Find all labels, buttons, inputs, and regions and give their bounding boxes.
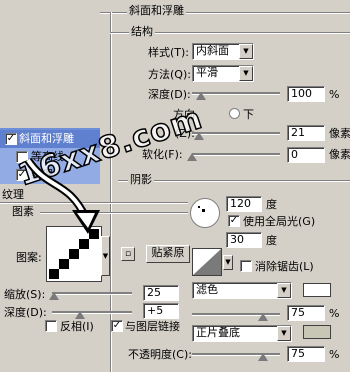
angle-dial-center: [202, 209, 205, 212]
chevron-down-icon[interactable]: ▼: [101, 236, 110, 276]
technique-label: 方法(Q):: [148, 68, 191, 81]
chevron-down-icon[interactable]: ▼: [277, 283, 291, 298]
watermark-graphic: [24, 157, 100, 234]
scale-label: 缩放(S):: [4, 288, 46, 301]
bevel-checkbox[interactable]: ✓: [5, 133, 17, 145]
antialias-label: 消除锯齿(L): [255, 260, 314, 273]
depth-slider-thumb[interactable]: [195, 92, 206, 100]
scale-input[interactable]: 25: [143, 285, 179, 301]
depth-unit: %: [329, 88, 340, 101]
gloss-contour-picker[interactable]: [192, 248, 222, 276]
angle-dial-marker: [198, 206, 200, 208]
size-unit: 像素: [329, 127, 350, 140]
highlight-mode-value: 滤色: [196, 283, 218, 296]
antialias-checkbox[interactable]: [240, 260, 252, 272]
check-icon: ✓: [229, 215, 239, 226]
angle-dial[interactable]: [190, 198, 220, 228]
soften-unit: 像素: [329, 148, 350, 161]
technique-select-value: 平滑: [196, 66, 218, 79]
pattern-label: 图案:: [16, 251, 42, 264]
scale-slider-track[interactable]: [52, 292, 132, 295]
new-preset-icon[interactable]: ▫: [121, 247, 135, 261]
bevel-section-title: 斜面和浮雕: [127, 4, 186, 17]
invert-label: 反相(I): [60, 320, 94, 333]
highlight-opacity-unit: %: [329, 307, 340, 320]
texture-depth-input[interactable]: +5: [143, 303, 179, 319]
global-light-label: 使用全局光(G): [243, 215, 316, 228]
shadow-opacity-unit: %: [329, 348, 340, 361]
check-icon: ✓: [112, 320, 122, 331]
check-icon: ✓: [6, 133, 16, 144]
highlight-color-swatch[interactable]: [303, 283, 331, 297]
chevron-down-icon[interactable]: ▼: [239, 44, 253, 59]
depth-label: 深度(D):: [148, 88, 191, 101]
soften-input[interactable]: 0: [287, 147, 325, 163]
invert-checkbox[interactable]: [45, 320, 57, 332]
soften-slider-track[interactable]: [192, 153, 280, 156]
angle-unit: 度: [266, 198, 277, 211]
style-select-value: 内斜面: [196, 44, 229, 57]
altitude-input[interactable]: 30: [226, 232, 262, 248]
shadow-mode-value: 正片叠底: [196, 326, 240, 339]
shadow-color-swatch[interactable]: [303, 325, 331, 339]
opacity-label: 不透明度(C):: [128, 348, 192, 361]
depth-input[interactable]: 100: [287, 86, 325, 102]
highlight-opacity-input[interactable]: 75: [287, 305, 325, 321]
link-with-layer-checkbox[interactable]: ✓: [111, 320, 123, 332]
chevron-down-icon[interactable]: ▼: [277, 326, 291, 341]
scale-slider-thumb[interactable]: [48, 292, 59, 300]
highlight-opacity-thumb[interactable]: [258, 313, 268, 321]
shadow-opacity-thumb[interactable]: [258, 353, 268, 361]
texture-depth-thumb[interactable]: [75, 311, 85, 319]
texture-depth-track[interactable]: [52, 311, 132, 314]
structure-section-title: 结构: [129, 25, 155, 38]
link-with-layer-label: 与图层链接: [125, 320, 180, 333]
angle-input[interactable]: 120: [226, 196, 262, 212]
altitude-unit: 度: [266, 234, 277, 247]
chevron-down-icon[interactable]: ▼: [223, 255, 233, 270]
direction-down-radio[interactable]: [229, 108, 240, 119]
contour-icon: [193, 249, 221, 275]
style-label: 样式(T):: [148, 46, 190, 59]
size-input[interactable]: 21: [287, 125, 325, 141]
direction-down-label: 下: [243, 108, 254, 121]
snap-to-origin-button[interactable]: 贴紧原: [146, 245, 190, 263]
global-light-checkbox[interactable]: ✓: [228, 215, 240, 227]
shadow-opacity-input[interactable]: 75: [287, 346, 325, 362]
chevron-down-icon[interactable]: ▼: [239, 66, 253, 81]
texture-depth-label: 深度(D):: [4, 306, 47, 319]
